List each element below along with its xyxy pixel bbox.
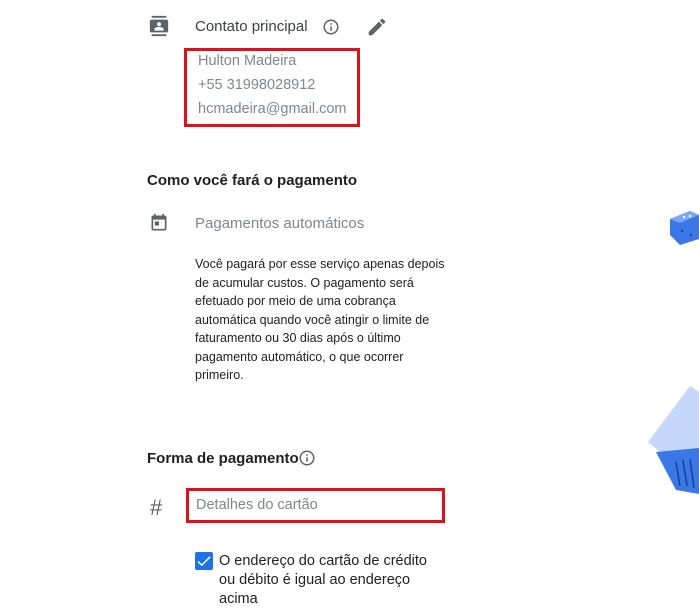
contact-email: hcmadeira@gmail.com <box>198 101 347 117</box>
automatic-payments-description: Você pagará por esse serviço apenas depo… <box>195 257 445 382</box>
contact-card-icon <box>148 15 170 37</box>
check-icon <box>197 556 211 567</box>
contact-name: Hulton Madeira <box>198 53 297 69</box>
decorative-gift-illustration <box>648 386 699 494</box>
info-icon[interactable] <box>298 449 316 467</box>
contact-title: Contato principal <box>195 18 308 35</box>
payment-method-heading: Forma de pagamento <box>147 450 299 467</box>
same-address-checkbox[interactable] <box>195 552 213 570</box>
card-details-highlight <box>186 488 445 523</box>
contact-phone: +55 31998028912 <box>198 77 316 93</box>
payment-schedule-heading: Como você fará o pagamento <box>147 172 358 189</box>
pencil-icon[interactable] <box>366 16 388 38</box>
decorative-box-illustration <box>670 211 699 245</box>
contact-details-highlight: Hulton Madeira +55 31998028912 hcmadeira… <box>184 48 360 127</box>
hash-icon: # <box>150 495 163 520</box>
card-details-input[interactable] <box>196 497 426 513</box>
info-icon[interactable] <box>322 18 340 36</box>
automatic-payments-label: Pagamentos automáticos <box>195 215 365 232</box>
calendar-icon <box>149 213 169 233</box>
same-address-label: O endereço do cartão de crédito ou débit… <box>219 553 427 607</box>
